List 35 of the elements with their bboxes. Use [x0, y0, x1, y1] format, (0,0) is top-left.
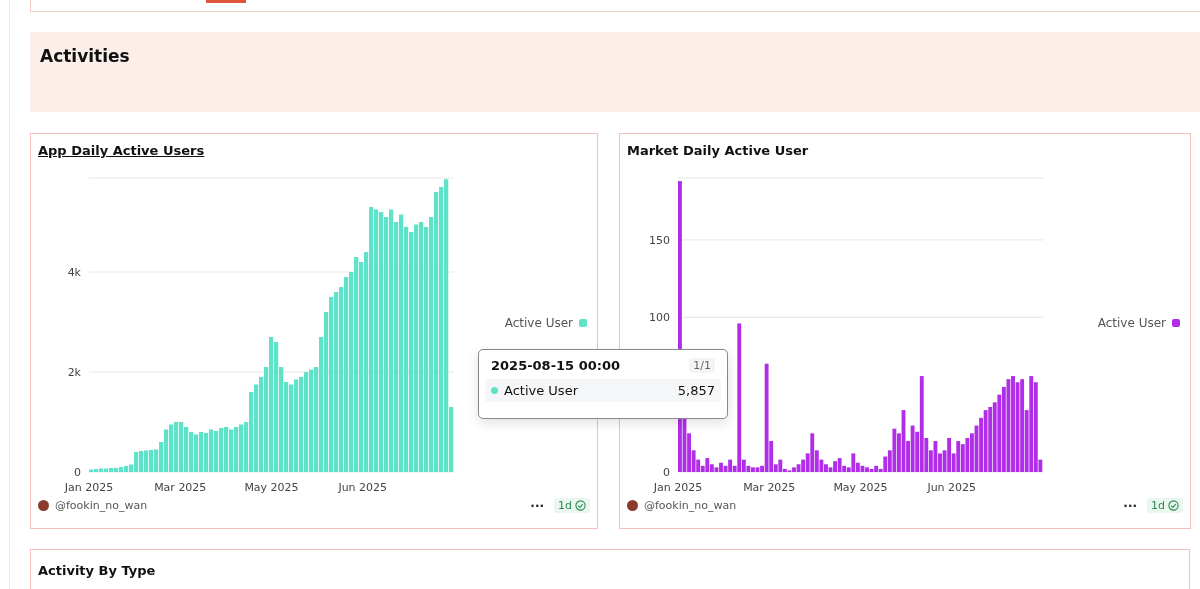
refresh-badge[interactable]: 1d: [554, 498, 590, 513]
check-circle-icon: [575, 500, 586, 511]
page-counter: 1/1: [689, 358, 715, 373]
chart-title: Activity By Type: [38, 563, 156, 578]
axis-label: May 2025: [244, 481, 299, 494]
refresh-badge[interactable]: 1d: [1147, 498, 1183, 513]
axis-label: Jun 2025: [338, 481, 388, 494]
axis-label: 0: [663, 466, 670, 479]
axis-label: 150: [649, 233, 670, 247]
chart-title-link[interactable]: App Daily Active Users: [38, 143, 205, 158]
avatar-icon: [627, 500, 638, 511]
more-menu-button[interactable]: ···: [1119, 498, 1141, 513]
axis-label: Jan 2025: [64, 481, 114, 494]
author-name[interactable]: @fookin_no_wan: [55, 499, 148, 512]
axis-label: 0: [74, 466, 81, 479]
chart-title: Market Daily Active User: [627, 143, 809, 158]
series-label: Active User: [504, 383, 579, 398]
axis-label: Mar 2025: [743, 481, 796, 494]
axis-label: 100: [649, 311, 670, 325]
avatar-icon: [38, 500, 49, 511]
series-value: 5,857: [677, 383, 715, 398]
section-title: Activities: [40, 46, 130, 67]
legend-label: Active User: [504, 316, 573, 330]
legend-label: Active User: [1097, 316, 1166, 330]
check-circle-icon: [1168, 500, 1179, 511]
axis-label: Mar 2025: [154, 481, 207, 494]
axis-label: Jan 2025: [653, 481, 703, 494]
axis-label: 4k: [67, 266, 81, 279]
axis-label: May 2025: [833, 481, 888, 494]
highlight-bar: [206, 0, 246, 3]
axis-label: Jun 2025: [927, 481, 977, 494]
more-menu-button[interactable]: ···: [526, 498, 548, 513]
author-name[interactable]: @fookin_no_wan: [644, 499, 737, 512]
tooltip-title: 2025-08-15 00:00: [491, 358, 621, 373]
axis-label: 2k: [67, 366, 81, 379]
